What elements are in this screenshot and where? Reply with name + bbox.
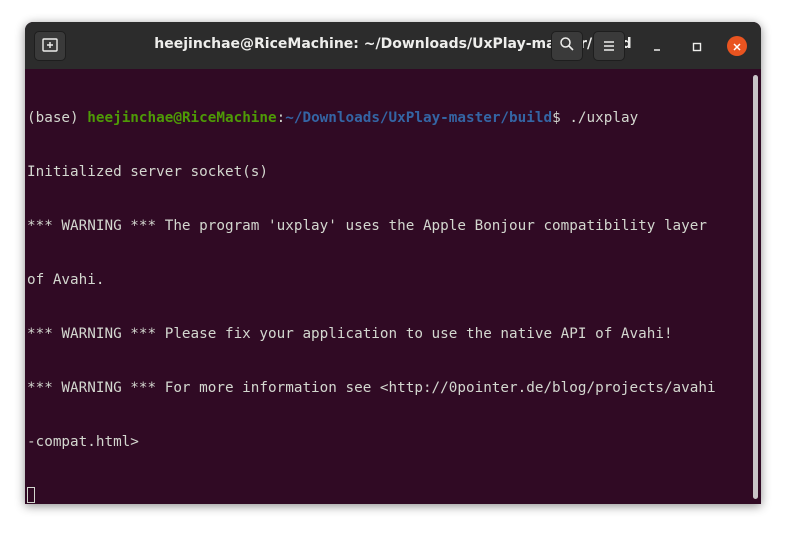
prompt-symbol: $: [552, 110, 570, 126]
new-tab-button[interactable]: [34, 31, 66, 61]
terminal-output-area[interactable]: (base) heejinchae@RiceMachine:~/Download…: [25, 69, 761, 504]
output-line: -compat.html>: [27, 434, 139, 450]
search-button[interactable]: [551, 31, 583, 61]
new-tab-icon: [42, 37, 58, 56]
minimize-icon: [652, 37, 662, 56]
prompt-path: ~/Downloads/UxPlay-master/build: [285, 110, 553, 126]
maximize-icon: [692, 37, 702, 56]
terminal-window: heejinchae@RiceMachine: ~/Downloads/UxPl…: [25, 22, 761, 504]
prompt-env: (base): [27, 110, 88, 126]
prompt-separator: :: [276, 110, 286, 126]
prompt-line: (base) heejinchae@RiceMachine:~/Download…: [27, 109, 761, 127]
output-line: *** WARNING *** Please fix your applicat…: [27, 326, 673, 342]
cursor-line: [27, 487, 761, 504]
output-line: Initialized server socket(s): [27, 164, 269, 180]
vertical-scrollbar[interactable]: [753, 75, 758, 499]
close-button[interactable]: [726, 35, 748, 57]
menu-button[interactable]: [593, 31, 625, 61]
output-line: of Avahi.: [27, 272, 105, 288]
prompt-user-host: heejinchae@RiceMachine: [87, 110, 277, 126]
minimize-button[interactable]: [646, 35, 668, 57]
output-line: *** WARNING *** For more information see…: [27, 380, 716, 396]
output-line: *** WARNING *** The program 'uxplay' use…: [27, 218, 707, 234]
text-cursor: [27, 487, 35, 503]
search-icon: [559, 36, 575, 56]
close-icon: [732, 37, 742, 56]
prompt-command: ./uxplay: [569, 110, 639, 126]
title-bar[interactable]: heejinchae@RiceMachine: ~/Downloads/UxPl…: [25, 22, 761, 69]
maximize-button[interactable]: [686, 35, 708, 57]
hamburger-menu-icon: [602, 37, 616, 56]
